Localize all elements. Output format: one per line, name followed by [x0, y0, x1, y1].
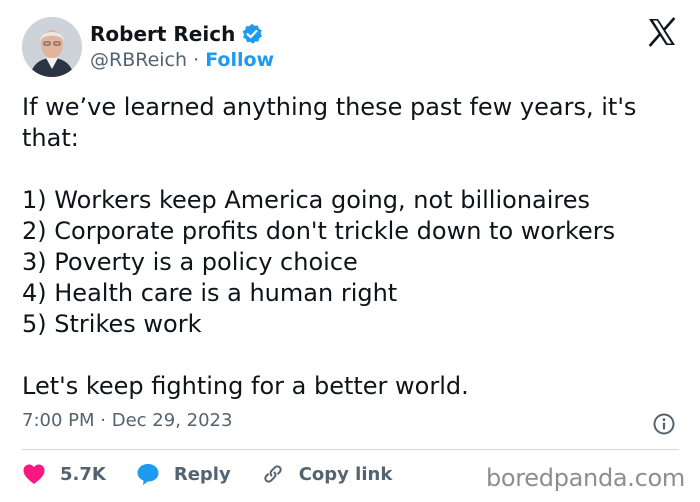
author-name-row: Robert Reich — [90, 22, 263, 46]
like-button[interactable]: 5.7K — [22, 463, 106, 485]
reply-button[interactable]: Reply — [136, 462, 231, 486]
handle-separator: · — [193, 49, 200, 71]
copy-link-button[interactable]: Copy link — [261, 462, 393, 486]
tweet-date: Dec 29, 2023 — [111, 410, 233, 431]
verified-badge-icon — [241, 23, 263, 45]
avatar-portrait-image — [22, 17, 82, 77]
timestamp-separator: · — [100, 410, 106, 431]
tweet-timestamp[interactable]: 7:00 PM · Dec 29, 2023 — [22, 410, 232, 431]
reply-label: Reply — [173, 463, 231, 485]
like-count: 5.7K — [60, 463, 106, 485]
watermark: boredpanda.com — [485, 464, 685, 492]
x-logo-icon[interactable] — [647, 17, 677, 47]
speech-bubble-icon — [137, 464, 159, 485]
heart-icon — [23, 464, 45, 484]
info-icon[interactable] — [652, 412, 676, 436]
tweet-actions: 5.7K Reply Copy link — [22, 458, 422, 490]
divider — [22, 449, 679, 450]
author-handle-row: @RBReich · Follow — [90, 49, 274, 71]
avatar[interactable] — [22, 17, 82, 77]
tweet-text: If we’ve learned anything these past few… — [22, 93, 637, 400]
copy-link-label: Copy link — [298, 463, 393, 485]
follow-button[interactable]: Follow — [205, 49, 274, 71]
link-icon — [264, 465, 282, 483]
author-handle[interactable]: @RBReich — [90, 49, 187, 71]
tweet-header: Robert Reich @RBReich · Follow — [22, 17, 682, 77]
author-name[interactable]: Robert Reich — [90, 22, 235, 46]
tweet-time: 7:00 PM — [22, 410, 95, 431]
